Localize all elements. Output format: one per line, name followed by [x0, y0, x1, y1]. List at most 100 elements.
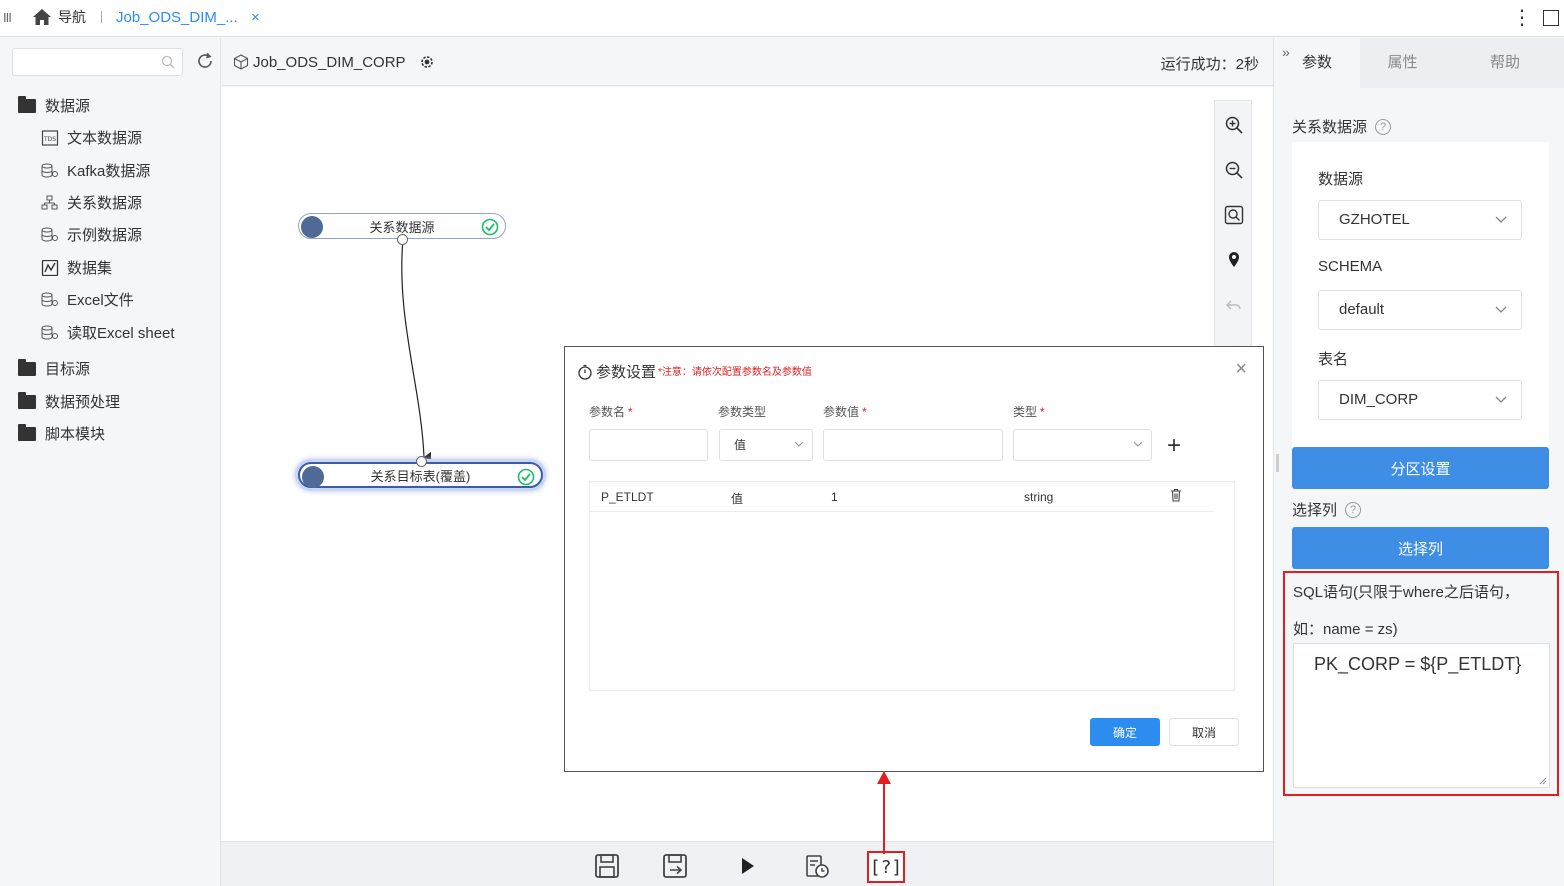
timer-icon	[578, 364, 592, 380]
table-label: 表名	[1318, 351, 1349, 368]
tree-item-text-datasource[interactable]: TDS 文本数据源	[41, 127, 142, 148]
zoom-in-icon[interactable]	[1224, 115, 1244, 135]
sql-section-highlight: SQL语句(只限于where之后语句， 如：name = zs) PK_CORP…	[1283, 571, 1559, 796]
tree-item-kafka-datasource[interactable]: Kafka数据源	[41, 160, 150, 181]
canvas-header: Job_ODS_DIM_CORP 运行成功：2秒	[221, 38, 1273, 86]
help-label: [?]	[869, 856, 903, 878]
tree-item-dataset[interactable]: 数据集	[41, 257, 112, 278]
cancel-button[interactable]: 取消	[1169, 718, 1239, 746]
schema-select[interactable]: default	[1318, 290, 1522, 330]
dataset-icon	[41, 259, 59, 276]
param-type-selected: 值	[734, 438, 747, 452]
parameter-settings-dialog: 参数设置 *注意：请依次配置参数名及参数值 × 参数名 * 参数类型 参数值 * 类…	[564, 346, 1264, 772]
panel-resize-handle[interactable]	[1276, 454, 1279, 472]
folder-icon	[18, 391, 36, 409]
folder-icon	[18, 358, 36, 376]
tab-job[interactable]: Job_ODS_DIM_...	[116, 9, 238, 26]
tree-item-excel-sheet[interactable]: 读取Excel sheet	[41, 322, 175, 343]
database-icon	[41, 163, 58, 177]
folder-script[interactable]: 脚本模块	[18, 423, 105, 444]
chevron-down-icon	[794, 441, 804, 447]
more-options-icon[interactable]: ⋮	[1512, 5, 1532, 30]
tab-close-icon[interactable]: ×	[251, 9, 260, 26]
tree-item-sample-datasource[interactable]: 示例数据源	[41, 224, 142, 245]
chevron-down-icon	[1133, 441, 1143, 447]
fit-view-icon[interactable]	[1224, 205, 1244, 225]
tree-item-label: Excel文件	[67, 292, 134, 309]
folder-label: 数据源	[45, 98, 91, 115]
tree-item-label: 文本数据源	[67, 130, 143, 147]
param-table: P_ETLDT 值 1 string	[589, 481, 1235, 691]
header-param-type: 参数类型	[718, 405, 767, 419]
top-tab-bar: III 导航 Job_ODS_DIM_... × ⋮	[0, 0, 1564, 37]
schedule-icon[interactable]	[803, 852, 831, 880]
save-as-icon[interactable]	[661, 852, 689, 880]
database-icon	[41, 227, 58, 241]
nav-home-tab[interactable]: 导航	[32, 7, 86, 27]
tab-help[interactable]: 帮助	[1445, 38, 1564, 88]
tree-item-label: 示例数据源	[67, 227, 143, 244]
dialog-note: *注意：请依次配置参数名及参数值	[658, 367, 812, 378]
text-datasource-icon: TDS	[41, 129, 59, 146]
panel-tabs: 参数 属性 帮助 »	[1274, 38, 1564, 88]
help-question-icon[interactable]: ?	[1345, 501, 1362, 518]
param-value-input[interactable]	[823, 429, 1003, 461]
tree-item-label: 读取Excel sheet	[67, 325, 175, 342]
menu-icon[interactable]: III	[3, 10, 12, 25]
canvas-footer-toolbar: [?]	[221, 841, 1273, 886]
undo-icon[interactable]	[1224, 295, 1244, 315]
close-icon[interactable]: ×	[1235, 358, 1247, 381]
select-column-button[interactable]: 选择列	[1292, 527, 1549, 569]
confirm-button[interactable]: 确定	[1090, 718, 1160, 746]
search-icon	[161, 55, 175, 69]
run-icon[interactable]	[733, 852, 761, 880]
tree-item-label: 关系数据源	[67, 195, 143, 212]
cell-value: 1	[831, 490, 838, 504]
add-param-button[interactable]: +	[1167, 432, 1181, 460]
node-label: 关系数据源	[369, 219, 435, 235]
node-label: 关系目标表(覆盖)	[370, 468, 471, 484]
nav-label: 导航	[58, 9, 86, 25]
datasource-select[interactable]: GZHOTEL	[1318, 200, 1522, 240]
sql-textarea[interactable]: PK_CORP = ${P_ETLDT}	[1293, 643, 1550, 788]
folder-preprocess[interactable]: 数据预处理	[18, 391, 120, 412]
input-port[interactable]	[416, 456, 427, 467]
locate-pin-icon[interactable]	[1224, 250, 1244, 270]
dialog-title-text: 参数设置	[596, 364, 657, 381]
cell-ptype: 值	[731, 492, 744, 506]
param-name-input[interactable]	[589, 429, 708, 461]
tree-item-label: Kafka数据源	[67, 163, 151, 180]
datasource-card: 数据源 GZHOTEL SCHEMA default 表名 DIM_CORP	[1292, 142, 1549, 448]
tree-item-relational-datasource[interactable]: 关系数据源	[41, 192, 142, 213]
partition-settings-button[interactable]: 分区设置	[1292, 447, 1549, 489]
folder-target[interactable]: 目标源	[18, 358, 90, 379]
zoom-out-icon[interactable]	[1224, 160, 1244, 180]
trash-icon[interactable]	[1170, 488, 1182, 502]
collapse-panel-icon[interactable]: »	[1282, 44, 1290, 60]
run-status: 运行成功：2秒	[1160, 56, 1259, 73]
resize-grip-icon[interactable]	[1537, 775, 1547, 785]
tree-item-excel-file[interactable]: Excel文件	[41, 289, 134, 310]
component-sidebar: 数据源 TDS 文本数据源 Kafka数据源 关系数据源 示例数据源 数据集 E…	[0, 38, 221, 886]
save-icon[interactable]	[593, 852, 621, 880]
param-type-select[interactable]: 值	[719, 429, 813, 461]
search-input[interactable]	[12, 48, 183, 76]
folder-datasource[interactable]: 数据源	[18, 95, 90, 116]
refresh-icon[interactable]	[195, 51, 215, 71]
table-select[interactable]: DIM_CORP	[1318, 380, 1522, 420]
settings-gear-icon[interactable]	[418, 53, 436, 71]
sql-label-line2: 如：name = zs)	[1293, 621, 1398, 638]
type-select[interactable]	[1013, 429, 1152, 461]
database-icon	[41, 325, 58, 339]
help-question-icon[interactable]: ?	[1375, 118, 1392, 135]
relation-node-icon	[302, 466, 324, 488]
maximize-icon[interactable]	[1543, 10, 1559, 26]
cell-type: string	[1024, 490, 1054, 504]
tree-item-label: 数据集	[67, 260, 113, 277]
folder-icon	[18, 423, 36, 441]
folder-icon	[18, 95, 36, 113]
table-row[interactable]: P_ETLDT 值 1 string	[590, 482, 1214, 512]
output-port[interactable]	[397, 234, 408, 245]
folder-label: 目标源	[45, 361, 91, 378]
tab-properties[interactable]: 属性	[1360, 38, 1445, 88]
